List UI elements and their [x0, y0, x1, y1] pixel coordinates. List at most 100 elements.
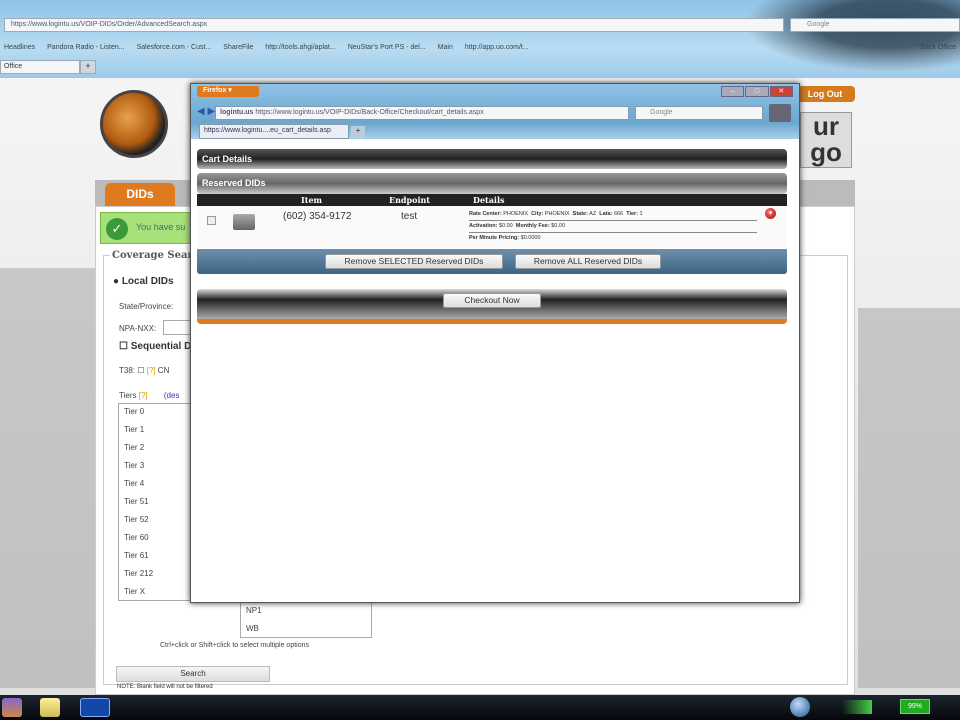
bookmark[interactable]: Pandora Radio - Listen... — [47, 44, 124, 54]
help-icon[interactable]: [?] — [147, 366, 156, 375]
background-palm-image — [720, 0, 960, 80]
column-details: Details — [473, 195, 505, 205]
npa-option[interactable]: WB — [241, 621, 371, 639]
skyline-right — [858, 308, 960, 688]
browser-tab[interactable]: Office — [0, 60, 80, 74]
bookmark[interactable]: Back Office — [920, 44, 956, 54]
tier-option[interactable]: Tier 0 — [119, 404, 197, 422]
npa-listbox[interactable]: NP1 WB — [240, 600, 372, 638]
bookmark[interactable]: Main — [438, 44, 453, 54]
globe-icon[interactable] — [790, 697, 810, 717]
npa-input[interactable] — [163, 320, 193, 335]
signal-icon[interactable] — [842, 700, 872, 714]
table-header: Item Endpoint Details — [197, 194, 787, 206]
local-dids-radio[interactable]: ● Local DIDs — [113, 276, 174, 287]
popup-tab[interactable]: https://www.logintu....eu_cart_details.a… — [199, 124, 349, 139]
tiers-label: Tiers — [119, 391, 137, 400]
app-icon[interactable] — [80, 698, 110, 717]
tier-option[interactable]: Tier 1 — [119, 422, 197, 440]
value: $0.0000 — [520, 235, 541, 241]
label: City: — [531, 211, 544, 217]
tier-option[interactable]: Tier 51 — [119, 494, 197, 512]
checkout-bar: Checkout Now — [197, 289, 787, 324]
value: PHOENIX — [503, 211, 528, 217]
new-tab-button[interactable]: + — [80, 60, 96, 74]
bookmark[interactable]: ShareFile — [223, 44, 253, 54]
tier-option[interactable]: Tier 52 — [119, 512, 197, 530]
back-forward-icon[interactable]: ◀ ▶ — [197, 106, 215, 117]
bookmark[interactable]: http://tools.ahgi/aplat... — [265, 44, 335, 54]
window-controls: – □ ✕ — [721, 86, 793, 97]
new-tab-button[interactable]: + — [351, 126, 365, 138]
taskbar: 99% — [0, 695, 960, 720]
tier-option[interactable]: Tier 2 — [119, 440, 197, 458]
remove-actions-bar: Remove SELECTED Reserved DIDs Remove ALL… — [197, 249, 787, 274]
label: Rate Center: — [469, 211, 502, 217]
label: Lata: — [599, 211, 613, 217]
t38-label: T38: — [119, 366, 136, 375]
multi-select-hint: Ctrl+click or Shift+click to select mult… — [160, 642, 309, 649]
remove-selected-button[interactable]: Remove SELECTED Reserved DIDs — [325, 254, 503, 269]
skyline-left — [0, 268, 95, 688]
close-button[interactable]: ✕ — [769, 86, 793, 97]
popup-url: https://www.logintu.us/VOIP-DIDs/Back-Of… — [255, 109, 484, 116]
cn-label: CN — [157, 366, 170, 375]
t38-checkbox[interactable]: ☐ — [137, 366, 144, 375]
bookmark[interactable]: NeuStar's Port PS - del... — [348, 44, 426, 54]
remove-did-icon[interactable]: ▾ — [765, 208, 776, 219]
t38-field: T38: ☐ [?] CN — [119, 366, 169, 375]
success-text: You have su — [136, 222, 186, 232]
npa-option[interactable]: NP1 — [241, 603, 371, 621]
tier-option[interactable]: Tier 212 — [119, 566, 197, 584]
checkout-now-button[interactable]: Checkout Now — [443, 293, 541, 308]
bookmarks-bar: Headlines Pandora Radio - Listen... Sale… — [0, 42, 960, 56]
address-bar[interactable]: https://www.logintu.us/VOIP-DIDs/Order/A… — [4, 18, 784, 32]
remove-all-button[interactable]: Remove ALL Reserved DIDs — [515, 254, 661, 269]
tier-option[interactable]: Tier 60 — [119, 530, 197, 548]
bookmark[interactable]: http://app.uo.com/t... — [465, 44, 529, 54]
edit-endpoint-icon[interactable] — [233, 214, 255, 230]
bookmark[interactable]: Headlines — [4, 44, 35, 54]
did-number: (602) 354-9172 — [283, 211, 352, 222]
details-cell: Rate Center: PHOENIX City: PHOENIX State… — [469, 209, 757, 244]
brand-logo: ur go — [800, 112, 852, 168]
minimize-button[interactable]: – — [721, 86, 745, 97]
row-checkbox[interactable] — [207, 216, 216, 225]
tier-option[interactable]: Tier 61 — [119, 548, 197, 566]
value: AZ — [589, 211, 597, 217]
battery-icon[interactable]: 99% — [900, 699, 930, 714]
value: 1 — [639, 211, 643, 217]
tiers-listbox[interactable]: Tier 0 Tier 1 Tier 2 Tier 3 Tier 4 Tier … — [118, 403, 198, 601]
reserved-dids-header: Reserved DIDs — [197, 173, 787, 194]
home-icon[interactable] — [769, 104, 791, 122]
search-box[interactable]: Google — [790, 18, 960, 32]
bookmark[interactable]: Salesforce.com - Cust... — [137, 44, 212, 54]
tiers-description-link[interactable]: (des — [164, 391, 180, 400]
tab-dids[interactable]: DIDs — [105, 183, 175, 206]
globe-logo — [100, 90, 168, 158]
cart-popup-window: Firefox ▾ – □ ✕ ◀ ▶ logintu.us https://w… — [190, 83, 800, 603]
value: 666 — [613, 211, 624, 217]
search-button[interactable]: Search — [116, 666, 270, 682]
check-icon: ✓ — [106, 218, 128, 240]
tier-option[interactable]: Tier 4 — [119, 476, 197, 494]
cart-details-header: Cart Details — [197, 149, 787, 169]
help-icon[interactable]: [?] — [139, 391, 148, 400]
folder-icon[interactable] — [40, 698, 60, 717]
site-badge: logintu.us — [220, 109, 254, 116]
logout-button[interactable]: Log Out — [795, 86, 855, 102]
sequential-label: Sequential D — [130, 341, 192, 352]
maximize-button[interactable]: □ — [745, 86, 769, 97]
endpoint-value: test — [401, 211, 418, 222]
state-label: State/Province: — [119, 302, 174, 311]
label: State: — [572, 211, 588, 217]
column-item: Item — [301, 195, 322, 205]
popup-address-bar[interactable]: logintu.us https://www.logintu.us/VOIP-D… — [215, 106, 629, 120]
tier-option[interactable]: Tier 3 — [119, 458, 197, 476]
firefox-menu-button[interactable]: Firefox ▾ — [197, 86, 259, 97]
label: Activation: — [469, 223, 498, 229]
app-icon[interactable] — [2, 698, 22, 717]
tier-option[interactable]: Tier X — [119, 584, 197, 602]
popup-search-box[interactable]: Google — [635, 106, 763, 120]
sequential-checkbox[interactable]: ☐ Sequential D — [119, 341, 191, 352]
